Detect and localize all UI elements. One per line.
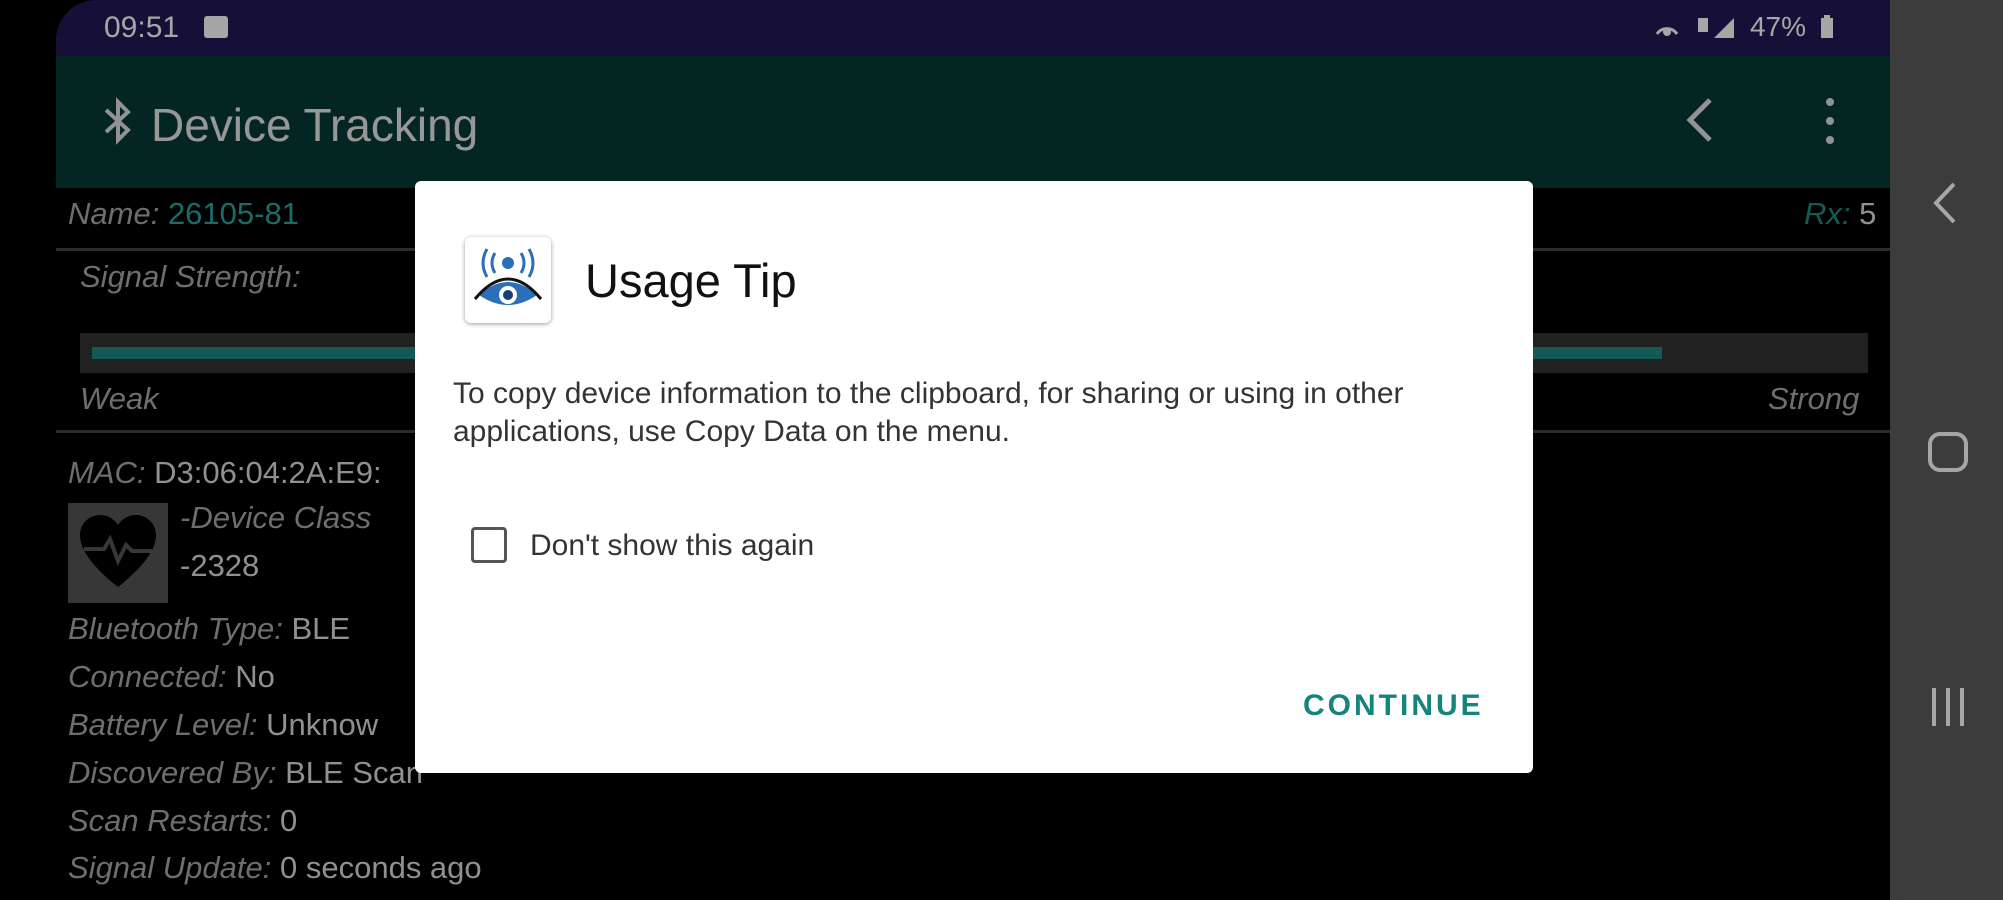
- dont-show-again-label[interactable]: Don't show this again: [530, 529, 814, 563]
- usage-tip-dialog: Usage Tip To copy device information to …: [415, 181, 1533, 773]
- dialog-title: Usage Tip: [585, 254, 797, 307]
- app-logo-icon: [465, 237, 551, 323]
- dont-show-again-checkbox[interactable]: [471, 527, 507, 563]
- continue-button[interactable]: CONTINUE: [1303, 689, 1484, 723]
- dialog-message: To copy device information to the clipbo…: [453, 377, 1404, 448]
